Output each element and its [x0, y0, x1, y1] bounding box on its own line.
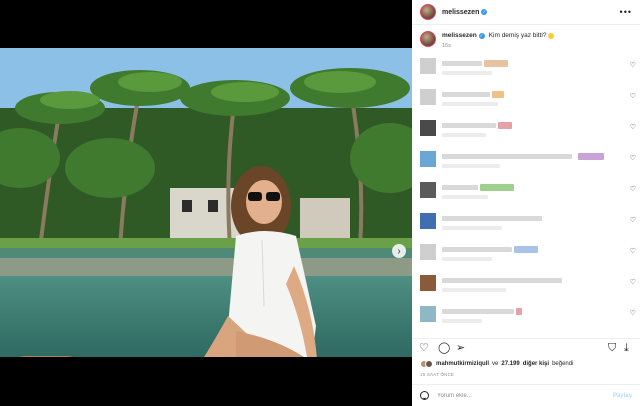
list-item: ♡: [412, 241, 640, 269]
chevron-right-icon: ›: [397, 245, 401, 257]
caption-username[interactable]: melissezen: [442, 31, 477, 41]
blurred-comment-meta: [442, 102, 498, 106]
comment-input[interactable]: [437, 392, 587, 399]
post-actions: ♡ ◯ ➢ ⛉ ⤓: [412, 338, 640, 356]
comment-bubble-icon[interactable]: ◯: [438, 342, 450, 354]
blurred-comment-text: [442, 247, 512, 252]
list-item: ♡: [412, 86, 640, 114]
blurred-comment-text: [442, 61, 482, 66]
list-item: ♡: [412, 148, 640, 176]
verified-badge-icon: ✓: [481, 8, 488, 15]
heart-outline-icon[interactable]: ♡: [630, 154, 636, 162]
blurred-comment-accent: [492, 91, 504, 98]
blurred-avatar[interactable]: [420, 213, 436, 229]
verified-badge-icon: ✓: [478, 32, 485, 39]
post-comment-button[interactable]: Paylaş: [613, 393, 632, 399]
comments-list: ♡ ♡ ♡ ♡ ♡ ♡ ♡ ♡ ♡: [412, 55, 640, 333]
list-item: ♡: [412, 210, 640, 238]
blurred-avatar[interactable]: [420, 151, 436, 167]
download-icon[interactable]: ⤓: [624, 342, 629, 354]
heart-outline-icon[interactable]: ♡: [630, 61, 636, 69]
blurred-avatar[interactable]: [420, 120, 436, 136]
list-item: ♡: [412, 179, 640, 207]
list-item: ♡: [412, 303, 640, 331]
blurred-comment-meta: [442, 164, 500, 168]
blurred-comment-meta: [442, 288, 506, 292]
blurred-comment-accent: [484, 60, 508, 67]
blurred-comment-text: [442, 92, 490, 97]
next-photo-button[interactable]: ›: [392, 244, 406, 258]
caption: melissezen ✓ Kim demiş yaz bitti? 16s: [412, 25, 640, 49]
smiling-face-emoji: [548, 33, 555, 39]
blurred-comment-text: [442, 154, 572, 159]
post-time: 15 SAAT ÖNCE: [420, 372, 455, 377]
likes-verb: beğendi: [552, 361, 574, 367]
heart-outline-icon[interactable]: ♡: [630, 216, 636, 224]
likes-summary: mahmutkirmiziqull ve 27.199 diğer kişi b…: [420, 360, 634, 368]
post-side-panel: melissezen ✓ ••• melissezen ✓ Kim demiş …: [412, 0, 640, 406]
heart-outline-icon[interactable]: ♡: [630, 123, 636, 131]
heart-outline-icon[interactable]: ♡: [419, 342, 429, 354]
blurred-comment-accent: [514, 246, 538, 253]
bookmark-icon[interactable]: ⛉: [608, 342, 616, 354]
list-item: ♡: [412, 117, 640, 145]
likes-count[interactable]: 27.199: [501, 361, 519, 367]
blurred-avatar[interactable]: [420, 306, 436, 322]
heart-outline-icon[interactable]: ♡: [630, 247, 636, 255]
list-item: ♡: [412, 55, 640, 83]
blurred-comment-text: [442, 123, 496, 128]
blurred-comment-meta: [442, 71, 492, 75]
avatar[interactable]: [420, 4, 436, 20]
blurred-comment-text: [442, 185, 478, 190]
header-username[interactable]: melissezen: [442, 9, 479, 16]
post-photo[interactable]: ›: [0, 48, 412, 357]
blurred-avatar[interactable]: [420, 89, 436, 105]
heart-outline-icon[interactable]: ♡: [630, 278, 636, 286]
heart-outline-icon[interactable]: ♡: [630, 309, 636, 317]
blurred-comment-accent: [498, 122, 512, 129]
caption-text: Kim demiş yaz bitti?: [488, 32, 547, 39]
caption-time: 16s: [442, 43, 451, 49]
blurred-comment-accent: [480, 184, 514, 191]
comment-bar: Paylaş: [412, 384, 640, 406]
photo-pane: ›: [0, 0, 412, 406]
heart-outline-icon[interactable]: ♡: [630, 92, 636, 100]
paper-plane-icon[interactable]: ➢: [456, 342, 465, 354]
blurred-comment-meta: [442, 133, 486, 137]
likes-others-suffix[interactable]: diğer kişi: [523, 361, 549, 367]
avatar: [425, 360, 433, 368]
blurred-comment-text: [442, 278, 562, 283]
more-horizontal-icon[interactable]: •••: [620, 7, 632, 17]
blurred-avatar[interactable]: [420, 275, 436, 291]
blurred-avatar[interactable]: [420, 58, 436, 74]
blurred-comment-accent: [578, 153, 604, 160]
blurred-comment-text: [442, 309, 514, 314]
post-header: melissezen ✓ •••: [412, 0, 640, 25]
blurred-comment-meta: [442, 319, 482, 323]
likes-connector: ve: [492, 361, 499, 367]
blurred-avatar[interactable]: [420, 182, 436, 198]
woman-figure: [204, 166, 317, 357]
blurred-comment-meta: [442, 226, 502, 230]
blurred-comment-meta: [442, 195, 488, 199]
list-item: ♡: [412, 272, 640, 300]
blurred-comment-meta: [442, 257, 492, 261]
blurred-comment-text: [442, 216, 542, 221]
blurred-comment-accent: [516, 308, 522, 315]
heart-outline-icon[interactable]: ♡: [630, 185, 636, 193]
blurred-avatar[interactable]: [420, 244, 436, 260]
liker-username[interactable]: mahmutkirmiziqull: [436, 361, 489, 367]
smiley-icon[interactable]: [420, 391, 429, 400]
caption-avatar[interactable]: [420, 31, 436, 47]
